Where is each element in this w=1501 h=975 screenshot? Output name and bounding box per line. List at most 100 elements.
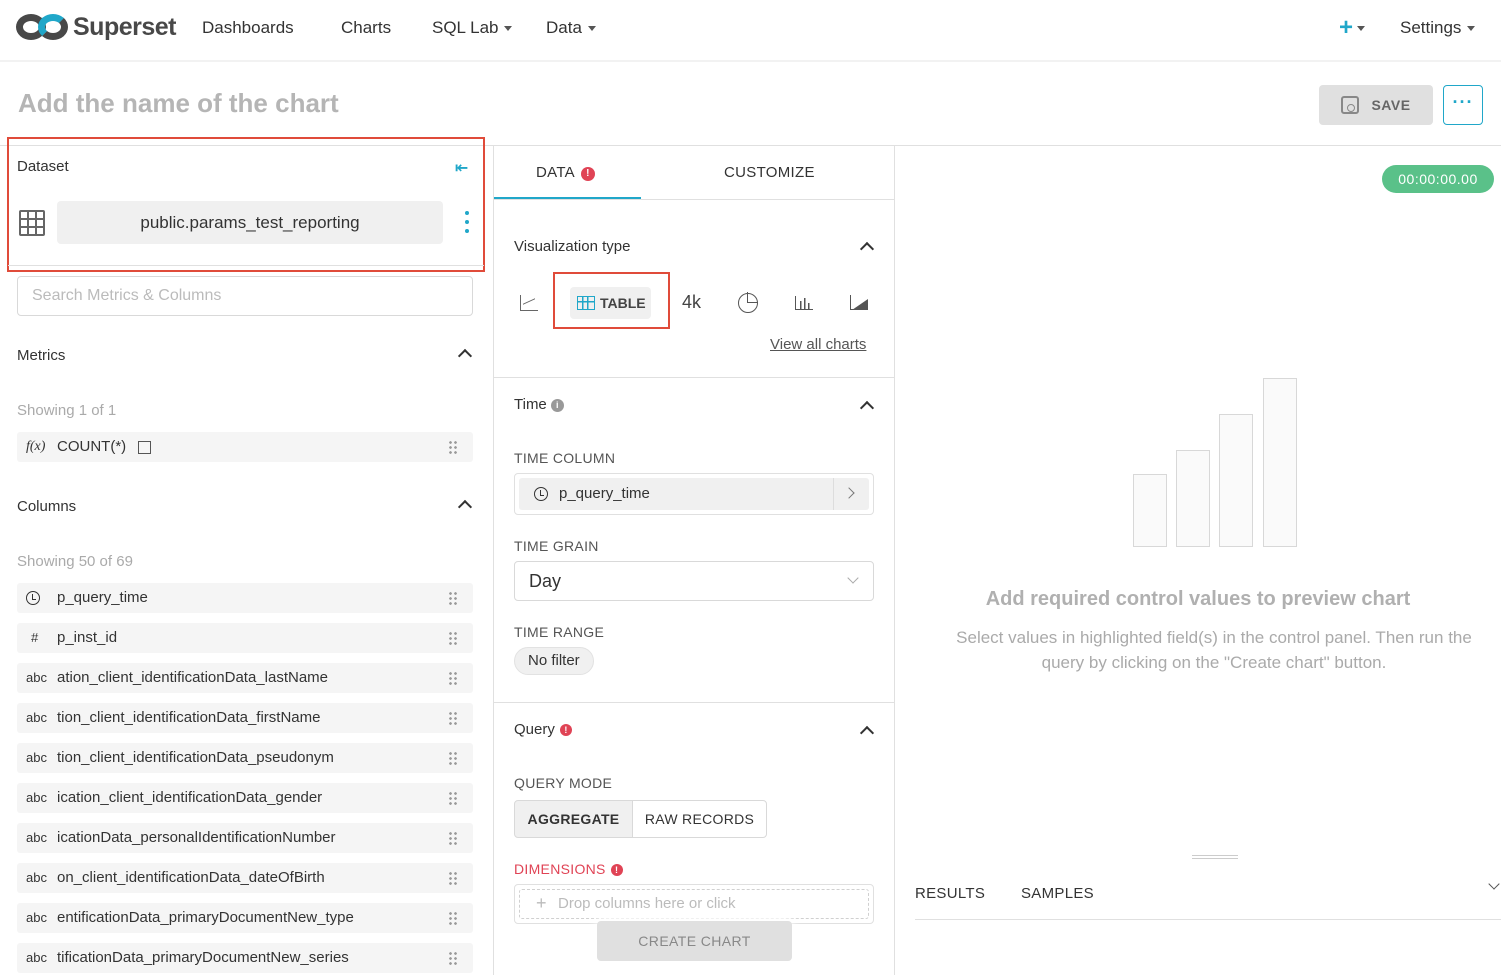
drag-handle-icon[interactable] xyxy=(448,831,458,845)
tab-results[interactable]: RESULTS xyxy=(915,885,985,902)
drag-handle-icon[interactable] xyxy=(448,791,458,805)
caret-down-icon xyxy=(1357,26,1366,32)
results-divider xyxy=(915,919,1501,920)
chevron-up-icon[interactable] xyxy=(859,725,875,741)
caret-down-icon xyxy=(1467,26,1476,32)
column-label: entificationData_primaryDocumentNew_type xyxy=(57,909,354,926)
dimensions-label: DIMENSIONS! xyxy=(514,861,623,877)
dataset-divider xyxy=(8,265,484,266)
view-all-charts-link[interactable]: View all charts xyxy=(770,336,866,353)
column-label: tificationData_primaryDocumentNew_series xyxy=(57,949,349,966)
dataset-menu-icon[interactable] xyxy=(465,211,469,238)
tab-samples[interactable]: SAMPLES xyxy=(1021,885,1094,902)
chevron-down-icon xyxy=(847,572,859,584)
column-item[interactable]: # p_inst_id xyxy=(17,623,473,653)
column-item[interactable]: abc tion_client_identificationData_first… xyxy=(17,703,473,733)
query-mode-raw-records[interactable]: RAW RECORDS xyxy=(632,800,767,838)
chevron-right-icon[interactable] xyxy=(833,478,869,510)
nav-sql-lab-label: SQL Lab xyxy=(432,18,499,37)
search-metrics-input[interactable] xyxy=(17,276,473,316)
table-grid-icon xyxy=(19,210,45,236)
nav-settings[interactable]: Settings xyxy=(1400,18,1476,38)
time-column-field[interactable]: p_query_time xyxy=(514,473,874,515)
column-item[interactable]: abc entificationData_primaryDocumentNew_… xyxy=(17,903,473,933)
save-button[interactable]: SAVE xyxy=(1319,85,1433,125)
column-label: tion_client_identificationData_pseudonym xyxy=(57,749,334,766)
empty-state-description: Select values in highlighted field(s) in… xyxy=(956,628,1472,672)
line-chart-icon[interactable] xyxy=(520,295,538,311)
column-item[interactable]: abc ation_client_identificationData_last… xyxy=(17,663,473,693)
viz-type-title: Visualization type xyxy=(514,238,631,255)
column-item[interactable]: abc tion_client_identificationData_pseud… xyxy=(17,743,473,773)
metric-item[interactable]: f(x) COUNT(*) xyxy=(17,432,473,462)
new-menu[interactable]: + xyxy=(1339,14,1366,42)
drag-handle-icon[interactable] xyxy=(448,711,458,725)
query-mode-label: QUERY MODE xyxy=(514,775,613,791)
nav-charts[interactable]: Charts xyxy=(341,18,391,38)
query-mode-aggregate[interactable]: AGGREGATE xyxy=(514,800,633,838)
error-icon: ! xyxy=(559,724,572,736)
column-item[interactable]: abc tificationData_primaryDocumentNew_se… xyxy=(17,943,473,973)
tab-data[interactable]: DATA! xyxy=(536,164,595,181)
column-label: tion_client_identificationData_firstName xyxy=(57,709,321,726)
dataset-name[interactable]: public.params_test_reporting xyxy=(57,201,443,244)
time-title-label: Time xyxy=(514,396,547,413)
dimensions-drop-placeholder[interactable]: Drop columns here or click xyxy=(519,889,869,919)
drag-handle-icon[interactable] xyxy=(448,871,458,885)
column-item[interactable]: p_query_time xyxy=(17,583,473,613)
nav-settings-label: Settings xyxy=(1400,18,1462,37)
bar-chart-icon[interactable] xyxy=(795,296,813,310)
drag-handle-icon[interactable] xyxy=(448,671,458,685)
empty-bar-2 xyxy=(1176,450,1210,547)
time-range-pill[interactable]: No filter xyxy=(514,647,594,675)
collapse-panel-icon[interactable]: ⇤ xyxy=(455,158,468,178)
time-grain-select[interactable]: Day xyxy=(514,561,874,601)
chevron-up-icon[interactable] xyxy=(457,499,473,515)
resize-handle[interactable] xyxy=(1192,855,1238,859)
left-panel-divider xyxy=(493,145,494,975)
columns-count: Showing 50 of 69 xyxy=(17,553,133,570)
top-navbar: Superset Dashboards Charts SQL Lab Data … xyxy=(0,0,1501,62)
viz-table-button[interactable]: TABLE xyxy=(570,287,651,319)
drag-handle-icon[interactable] xyxy=(448,911,458,925)
time-column-value[interactable]: p_query_time xyxy=(519,478,869,510)
nav-sql-lab[interactable]: SQL Lab xyxy=(432,18,513,38)
drag-handle-icon[interactable] xyxy=(448,631,458,645)
chevron-up-icon[interactable] xyxy=(859,241,875,257)
pie-chart-icon[interactable] xyxy=(738,292,758,313)
column-item[interactable]: abc on_client_identificationData_dateOfB… xyxy=(17,863,473,893)
chevron-down-icon[interactable] xyxy=(1488,878,1500,890)
dimensions-drop-zone[interactable]: Drop columns here or click xyxy=(514,884,874,924)
table-icon xyxy=(577,296,595,310)
viz-divider xyxy=(494,377,894,378)
nav-dashboards[interactable]: Dashboards xyxy=(202,18,294,38)
dimensions-label-text: DIMENSIONS xyxy=(514,861,606,877)
nav-data-label: Data xyxy=(546,18,582,37)
column-label: on_client_identificationData_dateOfBirth xyxy=(57,869,325,886)
area-chart-icon[interactable] xyxy=(850,295,868,310)
more-options-button[interactable]: ··· xyxy=(1443,85,1483,125)
create-chart-button[interactable]: CREATE CHART xyxy=(597,921,792,961)
chevron-up-icon[interactable] xyxy=(457,348,473,364)
column-item[interactable]: abc ication_client_identificationData_ge… xyxy=(17,783,473,813)
drag-handle-icon[interactable] xyxy=(448,591,458,605)
info-icon[interactable]: i xyxy=(550,399,564,412)
drag-handle-icon[interactable] xyxy=(448,751,458,765)
time-column-label: TIME COLUMN xyxy=(514,450,616,466)
chart-name-input[interactable]: Add the name of the chart xyxy=(18,88,339,119)
drag-handle-icon[interactable] xyxy=(448,951,458,965)
time-grain-value: Day xyxy=(529,571,562,591)
clock-icon xyxy=(534,487,548,501)
tab-data-label: DATA xyxy=(536,164,575,181)
nav-data[interactable]: Data xyxy=(546,18,596,38)
column-label: ation_client_identificationData_lastName xyxy=(57,669,328,686)
superset-logo[interactable]: Superset xyxy=(16,12,176,42)
big-number-icon[interactable]: 4k xyxy=(682,292,701,313)
middle-panel-divider xyxy=(894,145,895,975)
column-item[interactable]: abc icationData_personalIdentificationNu… xyxy=(17,823,473,853)
tab-customize[interactable]: CUSTOMIZE xyxy=(724,164,815,181)
empty-bar-1 xyxy=(1133,474,1167,547)
column-label: ication_client_identificationData_gender xyxy=(57,789,323,806)
drag-handle-icon[interactable] xyxy=(448,440,458,454)
chevron-up-icon[interactable] xyxy=(859,400,875,416)
